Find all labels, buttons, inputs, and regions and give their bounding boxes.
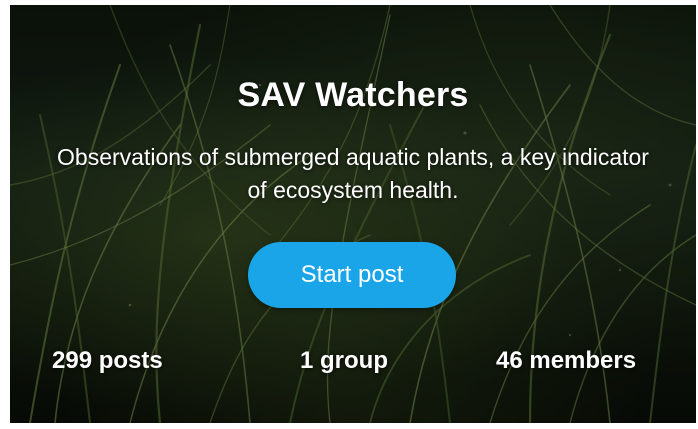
start-post-button[interactable]: Start post [248,242,456,308]
group-header-card: SAV Watchers Observations of submerged a… [10,5,696,423]
posts-count[interactable]: 299 posts [52,347,163,375]
group-title: SAV Watchers [237,76,469,114]
groups-count[interactable]: 1 group [300,347,388,375]
group-description: Observations of submerged aquatic plants… [57,144,649,203]
group-header-content: SAV Watchers Observations of submerged a… [10,5,696,423]
members-count[interactable]: 46 members [496,347,636,375]
